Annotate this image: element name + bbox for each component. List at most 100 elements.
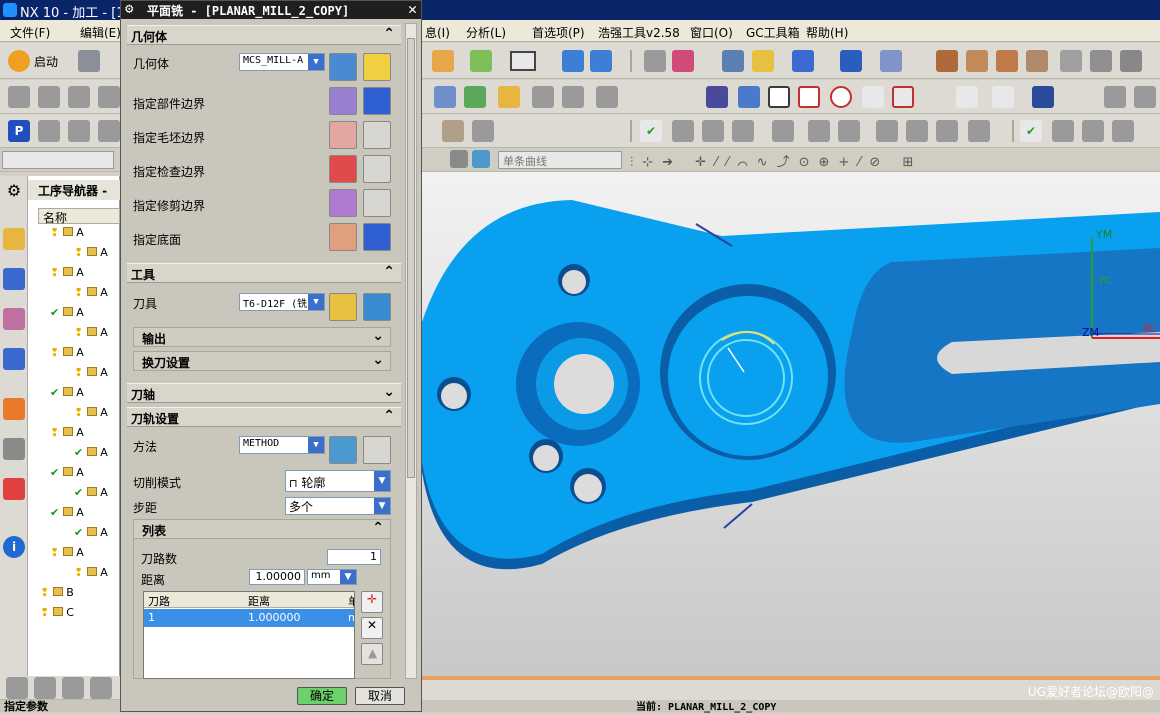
op-icon-16[interactable] [1052,120,1074,142]
list-item[interactable]: ❢ A [74,326,108,346]
op-icon-14[interactable] [936,120,958,142]
list-item[interactable]: ❢ A [74,566,108,586]
bottom-icon-1[interactable] [6,677,28,699]
snap-icon-2[interactable] [472,150,490,168]
display-trim-boundary-flashlight-button[interactable] [363,189,391,217]
history-nav-icon[interactable] [3,438,25,460]
delete-row-button[interactable]: ✕ [361,617,383,639]
verify-icon[interactable] [532,86,554,108]
generate-icon[interactable] [434,86,456,108]
output-subsection-header[interactable]: 输出 ⌄ [133,327,391,347]
point-icon[interactable] [830,86,852,108]
list-item[interactable]: ❢ A [50,546,84,566]
new-file-icon[interactable] [78,50,100,72]
create-program-icon[interactable] [8,86,30,108]
frame-icon[interactable] [892,86,914,108]
display-path-icon[interactable] [992,86,1014,108]
tag-icon[interactable] [1060,50,1082,72]
menu-window[interactable]: 窗口(O) [690,24,733,41]
spiral-icon[interactable] [738,86,760,108]
blank-boundary-button[interactable] [329,121,357,149]
graphics-window[interactable]: YM YC ZM XC [422,172,1160,680]
filter-icon[interactable] [706,86,728,108]
distance-unit-select[interactable]: mm ▼ [307,569,357,585]
display-part-boundary-flashlight-button[interactable] [363,87,391,115]
list-item[interactable]: ❢ A [74,246,108,266]
display-check-boundary-flashlight-button[interactable] [363,155,391,183]
stepover-select[interactable]: 多个 ▼ [285,497,391,515]
op-icon-1[interactable] [38,120,60,142]
display-tool-icon[interactable] [956,86,978,108]
box3-icon[interactable] [996,50,1018,72]
arrow-display-icon[interactable] [792,50,814,72]
list-item[interactable]: ❢ A [50,426,84,446]
method-select[interactable]: METHOD ▼ [239,436,325,454]
type-filter-dropdown[interactable] [2,151,114,169]
part-nav-icon[interactable] [3,308,25,330]
dialog-scrollbar[interactable] [405,23,417,679]
op-icon-17[interactable] [1082,120,1104,142]
path-settings-section-header[interactable]: 刀轨设置 ⌃ [127,407,401,427]
toolchange-subsection-header[interactable]: 换刀设置 ⌄ [133,351,391,371]
tool-axis-section-header[interactable]: 刀轴 ⌄ [127,383,401,403]
display-mcs-icon[interactable] [1032,86,1054,108]
navigator-column-header[interactable]: 名称 [38,208,120,224]
dialog-gear-icon[interactable]: ⚙ [125,1,133,17]
shape-icon[interactable] [1120,50,1142,72]
list-item[interactable]: ❢ A [74,286,108,306]
axis-icon[interactable] [840,50,862,72]
display-floor-flashlight-button[interactable] [363,223,391,251]
list-item[interactable]: ✔ A [50,386,84,406]
scrollbar-thumb[interactable] [407,38,415,478]
tool-select[interactable]: T6-D12F (铣 ▼ [239,293,325,311]
check-boundary-button[interactable] [329,155,357,183]
net-icon[interactable] [672,50,694,72]
table-col-path[interactable]: 刀路 [148,593,170,609]
shop-doc-icon[interactable] [596,86,618,108]
library-nav-icon[interactable] [3,478,25,500]
list-item[interactable]: ❢ A [50,226,84,246]
menu-info[interactable]: 息(I) [425,24,450,41]
misc2-icon[interactable] [1134,86,1156,108]
op-icon-11[interactable] [838,120,860,142]
op-icon-13[interactable] [906,120,928,142]
part-boundary-button[interactable] [329,87,357,115]
op-icon-10[interactable] [808,120,830,142]
op-icon-9[interactable] [772,120,794,142]
list-item[interactable]: ❢ A [74,406,108,426]
op-icon-8[interactable] [732,120,754,142]
tool-section-header[interactable]: 工具 ⌃ [127,263,401,283]
path-count-input[interactable]: 1 [327,549,381,565]
curve-icon[interactable] [862,86,884,108]
display-blank-boundary-flashlight-button[interactable] [363,121,391,149]
list-item[interactable]: ✔ A [50,506,84,526]
paint-icon[interactable] [722,50,744,72]
layer-icon[interactable] [644,50,666,72]
box4-icon[interactable] [1026,50,1048,72]
edit-method-wrench-button[interactable] [363,436,391,464]
bottom-icon-3[interactable] [62,677,84,699]
box2-icon[interactable] [966,50,988,72]
assembly-nav-icon[interactable] [3,228,25,250]
move-icon[interactable] [562,50,584,72]
bottom-icon-4[interactable] [90,677,112,699]
distance-input[interactable]: 1.00000 [249,569,305,585]
pnc-icon[interactable]: P [8,120,30,142]
region-icon[interactable] [768,86,790,108]
constraint-nav-icon[interactable] [3,268,25,290]
menu-edit[interactable]: 编辑(E) [80,24,121,41]
table-col-unit[interactable]: 单 [348,593,355,609]
check2-icon[interactable]: ✔ [1020,120,1042,142]
palette-icon[interactable] [752,50,774,72]
floor-button[interactable] [329,223,357,251]
ok-button[interactable]: 确定 [297,687,347,705]
chart-icon[interactable] [1090,50,1112,72]
new-tool-button[interactable] [329,293,357,321]
op-icon-5[interactable] [472,120,494,142]
trim-boundary-button[interactable] [329,189,357,217]
list-item[interactable]: ❢ A [74,366,108,386]
start-icon[interactable] [8,50,30,72]
cut-mode-select[interactable]: ⊓ 轮廓 ▼ [285,470,391,492]
create-method-icon[interactable] [98,86,120,108]
info-icon[interactable]: i [3,536,25,558]
